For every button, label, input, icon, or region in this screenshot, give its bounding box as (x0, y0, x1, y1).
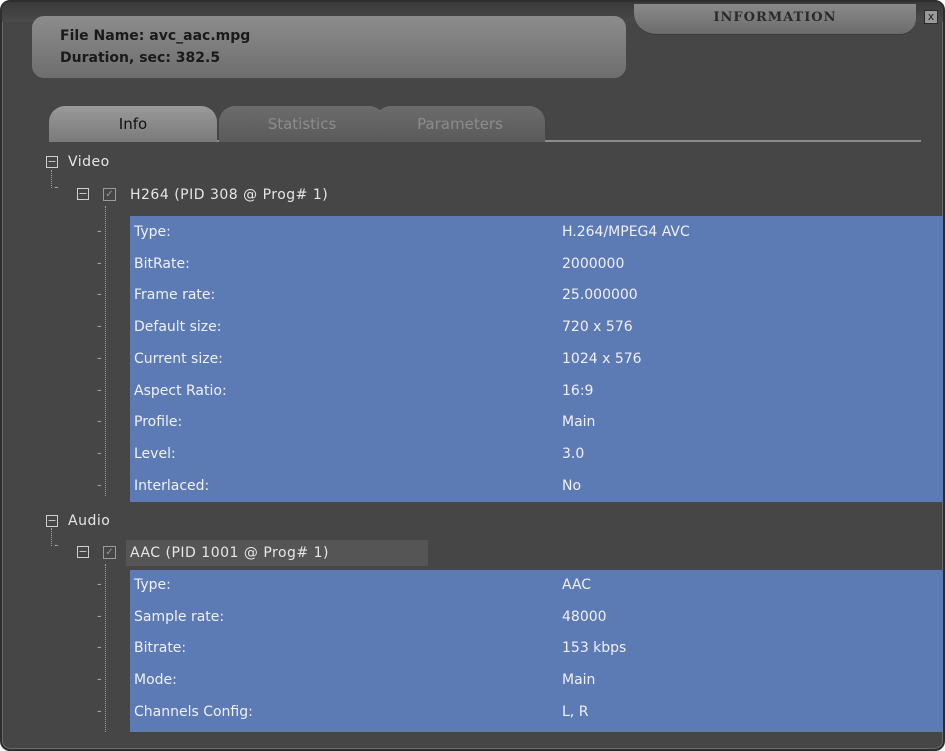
audio-prop-row[interactable]: Sample rate: 48000 (130, 603, 943, 634)
prop-value: 3.0 (562, 445, 585, 462)
collapse-aac-icon[interactable]: − (77, 546, 89, 558)
tree-connector-dash: - (97, 640, 102, 656)
aac-checkbox[interactable]: ✓ (103, 546, 116, 559)
tree-connector-dash: - (97, 382, 102, 398)
tab-info-label: Info (118, 115, 148, 133)
video-prop-row[interactable]: Frame rate: 25.000000 (130, 281, 943, 312)
prop-key: Channels Config: (134, 703, 253, 720)
video-prop-row[interactable]: Profile: Main (130, 408, 943, 439)
tree-connector (105, 564, 106, 732)
prop-value: AAC (562, 577, 592, 593)
tab-statistics-label: Statistics (267, 115, 337, 133)
video-prop-row[interactable]: Type: H.264/MPEG4 AVC (130, 218, 943, 249)
prop-value: L, R (562, 703, 589, 720)
prop-value: Main (562, 414, 596, 431)
tab-bar: Parameters Statistics Info (49, 102, 921, 144)
prop-value: Main (562, 672, 596, 689)
video-prop-row[interactable]: Current size: 1024 x 576 (130, 345, 943, 376)
tree-connector (51, 170, 52, 188)
prop-value: 2000000 (562, 255, 625, 272)
prop-value: No (562, 477, 582, 494)
tree-connector-dash: - (97, 577, 102, 592)
tree-connector-dash: - (97, 445, 102, 461)
audio-prop-row[interactable]: Type: AAC (130, 571, 943, 602)
close-button[interactable]: x (924, 10, 938, 24)
audio-prop-row[interactable]: Mode: Main (130, 666, 943, 697)
information-window: File Name: avc_aac.mpg Duration, sec: 38… (0, 0, 945, 751)
prop-key: Type: (134, 224, 171, 240)
prop-value: 16:9 (562, 382, 594, 399)
prop-key: Interlaced: (134, 477, 210, 494)
video-group-label: Video (68, 154, 110, 170)
audio-group-label: Audio (68, 513, 111, 529)
tab-parameters-label: Parameters (417, 115, 503, 133)
prop-key: Aspect Ratio: (134, 382, 227, 399)
tree-connector-dash: - (97, 287, 102, 303)
video-prop-row[interactable]: Interlaced: No (130, 472, 943, 503)
prop-key: Level: (134, 445, 176, 462)
window-title: INFORMATION (713, 10, 837, 25)
tree-connector-dash: - (97, 319, 102, 335)
prop-value: 720 x 576 (562, 319, 633, 336)
info-tree: − Video - − ✓ H264 (PID 308 @ Prog# 1) -… (42, 150, 943, 740)
tab-statistics[interactable]: Statistics (219, 106, 385, 142)
tree-connector-dash: - (97, 477, 102, 493)
prop-key: Bitrate: (134, 640, 187, 657)
video-prop-row[interactable]: Level: 3.0 (130, 440, 943, 471)
prop-key: Frame rate: (134, 287, 216, 304)
file-info-header: File Name: avc_aac.mpg Duration, sec: 38… (32, 16, 626, 78)
video-prop-row[interactable]: BitRate: 2000000 (130, 250, 943, 281)
prop-value: 1024 x 576 (562, 350, 642, 367)
prop-value: 48000 (562, 608, 607, 625)
tab-parameters[interactable]: Parameters (375, 106, 545, 142)
prop-key: Current size: (134, 350, 223, 367)
file-name: File Name: avc_aac.mpg (60, 28, 251, 44)
tree-connector-dash: - (97, 608, 102, 624)
tree-connector-dash: - (97, 350, 102, 366)
prop-key: Sample rate: (134, 608, 225, 625)
collapse-video-icon[interactable]: − (46, 156, 58, 168)
h264-stream-label: H264 (PID 308 @ Prog# 1) (130, 187, 329, 203)
prop-value: H.264/MPEG4 AVC (562, 224, 690, 240)
video-prop-row[interactable]: Default size: 720 x 576 (130, 313, 943, 344)
prop-key: Profile: (134, 414, 183, 431)
audio-prop-row[interactable]: Bitrate: 153 kbps (130, 634, 943, 665)
tree-connector-dash: - (54, 180, 59, 195)
audio-prop-row[interactable]: Channels Config: L, R (130, 698, 943, 729)
collapse-audio-icon[interactable]: − (46, 515, 58, 527)
collapse-h264-icon[interactable]: − (77, 188, 89, 200)
tree-connector-dash: - (97, 224, 102, 239)
tab-info[interactable]: Info (49, 106, 217, 142)
tree-connector (105, 206, 106, 496)
tree-connector-dash: - (97, 255, 102, 271)
tree-connector-dash: - (97, 414, 102, 430)
prop-key: Default size: (134, 319, 222, 336)
close-icon: x (927, 10, 935, 23)
window-title-tab[interactable]: INFORMATION (634, 4, 916, 35)
prop-value: 25.000000 (562, 287, 638, 304)
tree-connector-dash: - (54, 538, 59, 553)
aac-stream-label: AAC (PID 1001 @ Prog# 1) (130, 545, 329, 561)
tree-connector-dash: - (97, 672, 102, 688)
tree-connector-dash: - (97, 703, 102, 719)
prop-key: Mode: (134, 672, 177, 689)
duration: Duration, sec: 382.5 (60, 50, 221, 66)
prop-key: BitRate: (134, 255, 190, 272)
prop-key: Type: (134, 577, 171, 593)
prop-value: 153 kbps (562, 640, 627, 657)
tree-connector (51, 528, 52, 546)
video-prop-row[interactable]: Aspect Ratio: 16:9 (130, 377, 943, 408)
h264-checkbox[interactable]: ✓ (103, 188, 116, 201)
